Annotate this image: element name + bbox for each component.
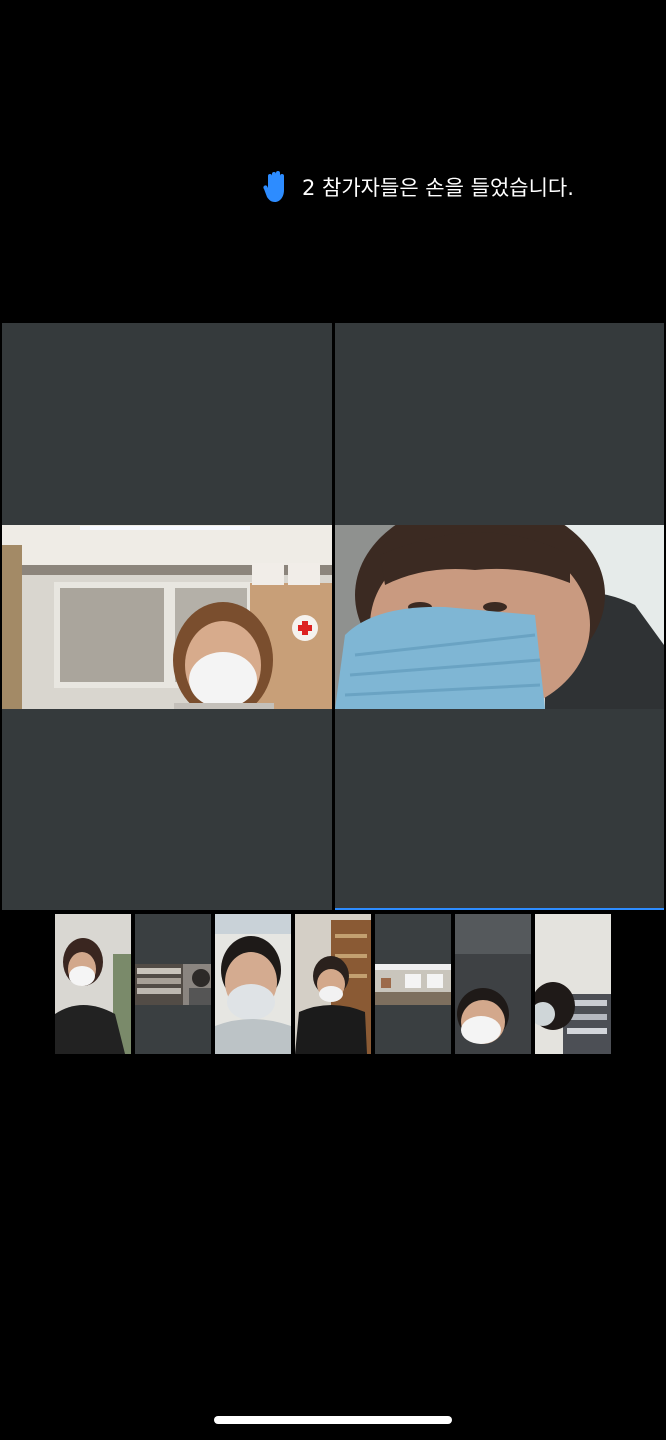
notification-text: 2 참가자들은 손을 들었습니다. (302, 176, 574, 200)
participant-thumbnail[interactable] (375, 914, 451, 1054)
participant-video (2, 525, 332, 709)
raised-hand-icon (262, 170, 292, 204)
active-speaker-video-tile[interactable] (335, 323, 664, 910)
participant-thumbnail[interactable] (55, 914, 131, 1054)
participant-thumbnail[interactable] (295, 914, 371, 1054)
participant-video (335, 525, 664, 709)
participant-thumbnail[interactable] (455, 914, 531, 1054)
raised-hands-notification: 2 참가자들은 손을 들었습니다. (262, 170, 574, 204)
home-indicator[interactable] (214, 1416, 452, 1424)
participant-thumbnail[interactable] (135, 914, 211, 1054)
participant-thumbnail[interactable] (215, 914, 291, 1054)
participant-video-tile[interactable] (2, 323, 332, 910)
participant-thumbnail[interactable] (535, 914, 611, 1054)
